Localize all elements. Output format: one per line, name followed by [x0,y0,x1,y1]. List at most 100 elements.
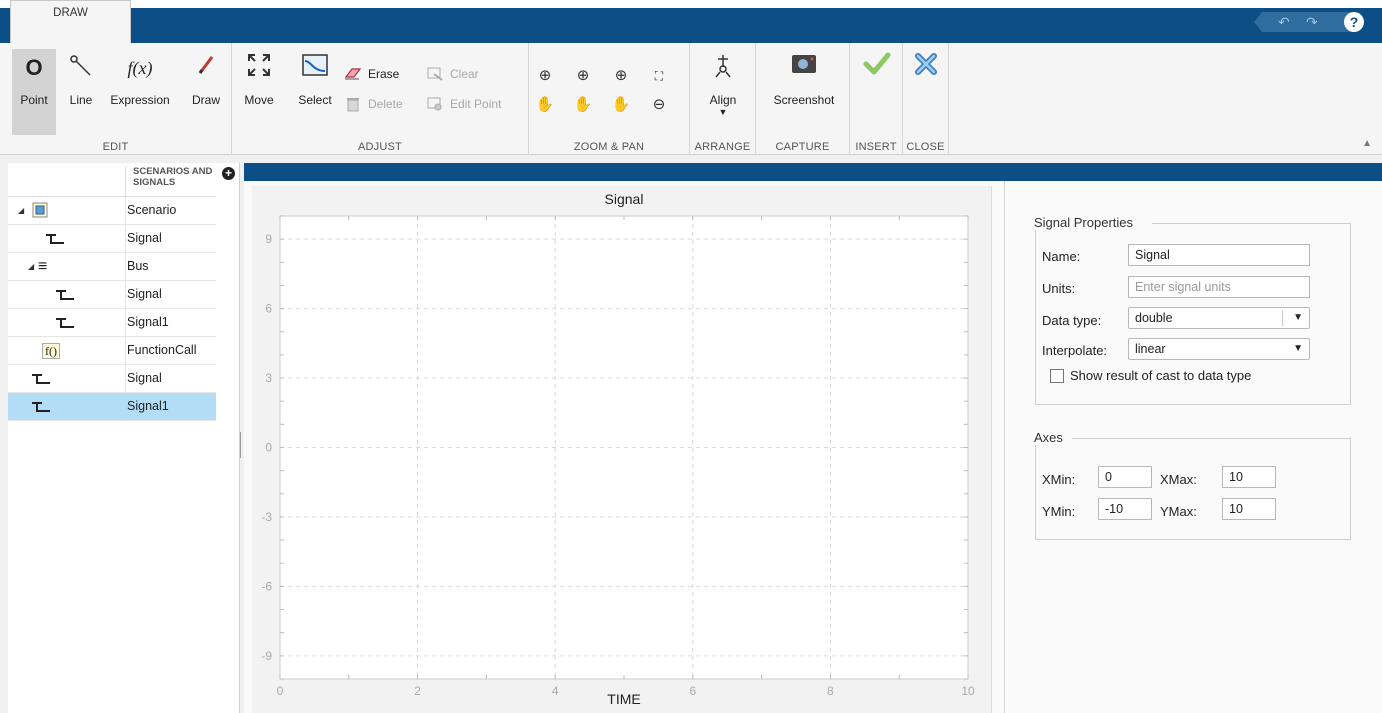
insert-section-label: INSERT [855,141,897,153]
collapse-triangle-icon[interactable]: ◢ [18,206,24,215]
signal-icon [56,286,74,304]
clear-icon [426,65,444,83]
x-tick-label: 10 [961,684,975,698]
tree-row-signal[interactable]: Signal [8,365,216,393]
workspace: Signal 0 2 4 6 8 10 9 6 3 0 -3 -6 -9 TIME Signal Pro… [244,163,1382,713]
tree-row-bus[interactable]: ◢ ≡ Bus [8,253,216,281]
line-icon [62,53,100,83]
title-bar-background [0,8,1382,43]
interpolate-label: Interpolate: [1042,343,1108,358]
tree-row-label: Signal [125,281,216,309]
pan-x-icon[interactable]: ✋ [573,95,593,115]
signal-properties-group: Signal Properties Name: Units: Data type… [1034,215,1351,405]
edit-point-button[interactable]: Edit Point [426,95,501,113]
title-bar: DRAW ↶ ↷ ? [0,0,1382,43]
undo-icon[interactable]: ↶ [1278,12,1290,32]
draw-label: Draw [191,93,220,107]
zoom-in-x-icon[interactable]: ⊕ [573,66,593,86]
expression-button[interactable]: f(x) Expression [104,49,176,135]
delete-button[interactable]: Delete [344,95,403,113]
chevron-down-icon: ▼ [1293,312,1303,323]
point-button[interactable]: O Point [12,49,56,135]
tree-row-signal[interactable]: Signal1 [8,309,216,337]
units-field[interactable] [1128,276,1310,298]
move-button[interactable]: Move [238,49,280,135]
splitter-grip[interactable] [240,432,242,458]
expression-label: Expression [110,93,170,107]
xmax-field[interactable] [1222,466,1276,488]
zoom-out-icon[interactable]: ⊖ [649,95,669,115]
capture-section: Screenshot CAPTURE [756,43,850,155]
tree-row-signal[interactable]: Signal [8,281,216,309]
close-button[interactable] [907,51,945,91]
adjust-section: Move Select Erase Clear Delete Edit Poin… [232,43,529,155]
y-tick-label: -9 [261,649,272,663]
tree-row-label: Signal [125,225,216,253]
chart-title: Signal [605,191,644,207]
point-icon: O [25,55,43,80]
select-button[interactable]: Select [292,49,338,135]
clear-button[interactable]: Clear [426,65,479,83]
axes-title: Axes [1034,430,1066,445]
plot-panel: Signal 0 2 4 6 8 10 9 6 3 0 -3 -6 -9 TIME [252,186,992,713]
edit-point-icon [426,95,444,113]
add-scenario-icon[interactable]: + [222,167,235,180]
tree-row-signal[interactable]: Signal [8,225,216,253]
tree-row-scenario[interactable]: ◢ Scenario [8,197,216,225]
name-field[interactable] [1128,244,1310,266]
xmin-field[interactable] [1098,466,1152,488]
help-icon[interactable]: ? [1344,12,1364,32]
y-tick-label: 0 [265,441,272,455]
show-cast-label: Show result of cast to data type [1070,368,1252,383]
x-tick-label: 6 [689,684,696,698]
tab-draw[interactable]: DRAW [10,0,131,43]
signal-plot[interactable]: Signal 0 2 4 6 8 10 9 6 3 0 -3 -6 -9 TIME [252,186,992,713]
tree-header: SCENARIOS AND SIGNALS [8,163,216,197]
tree-row-signal-selected[interactable]: Signal1 [8,393,216,421]
draw-button[interactable]: Draw [186,49,226,135]
zoom-region-icon[interactable]: ⊕ [535,66,555,86]
zoom-pan-section: ⊕ ⊕ ⊕ ⛶ ✋ ✋ ✋ ⊖ ZOOM & PAN [529,43,690,155]
align-button[interactable]: Align ▼ [698,49,748,135]
tree-row-label: Signal [125,365,216,393]
x-tick-label: 2 [414,684,421,698]
pan-icon[interactable]: ✋ [535,95,555,115]
ymax-field[interactable] [1222,498,1276,520]
redo-icon[interactable]: ↷ [1306,12,1318,32]
edit-point-label: Edit Point [450,97,502,111]
insert-button[interactable] [858,51,896,91]
screenshot-button[interactable]: Screenshot [764,49,844,135]
signal-properties-title: Signal Properties [1034,215,1136,230]
insert-section: INSERT [850,43,903,155]
signal-icon [56,314,74,332]
xmin-label: XMin: [1042,472,1076,487]
axes-group: Axes XMin: XMax: YMin: YMax: [1034,430,1351,540]
y-tick-label: 3 [265,371,272,385]
units-label: Units: [1042,281,1076,296]
collapse-triangle-icon[interactable]: ◢ [28,262,34,271]
capture-section-label: CAPTURE [775,141,830,153]
bus-icon: ≡ [38,258,48,275]
plot-header-bar [244,163,1382,181]
interpolate-select[interactable]: linear ▼ [1128,338,1310,360]
ymin-field[interactable] [1098,498,1152,520]
close-section: CLOSE [903,43,949,155]
pencil-icon [186,53,226,83]
trash-icon [344,95,362,113]
show-cast-checkbox[interactable] [1050,369,1064,383]
datatype-select[interactable]: double ▼ [1128,307,1310,329]
fit-to-view-icon[interactable]: ⛶ [649,66,669,86]
x-axis-label: TIME [607,691,640,707]
pan-y-icon[interactable]: ✋ [611,95,631,115]
line-button[interactable]: Line [62,49,100,135]
scenario-icon [32,202,48,220]
tree-row-label: Scenario [125,197,216,225]
zoom-in-y-icon[interactable]: ⊕ [611,66,631,86]
align-label: Align [709,93,737,107]
x-tick-label: 8 [827,684,834,698]
name-label: Name: [1042,249,1081,264]
collapse-toolstrip-icon[interactable]: ▲ [1362,138,1372,149]
clear-label: Clear [450,67,479,81]
erase-button[interactable]: Erase [344,65,399,83]
tree-row-functioncall[interactable]: f() FunctionCall [8,337,216,365]
